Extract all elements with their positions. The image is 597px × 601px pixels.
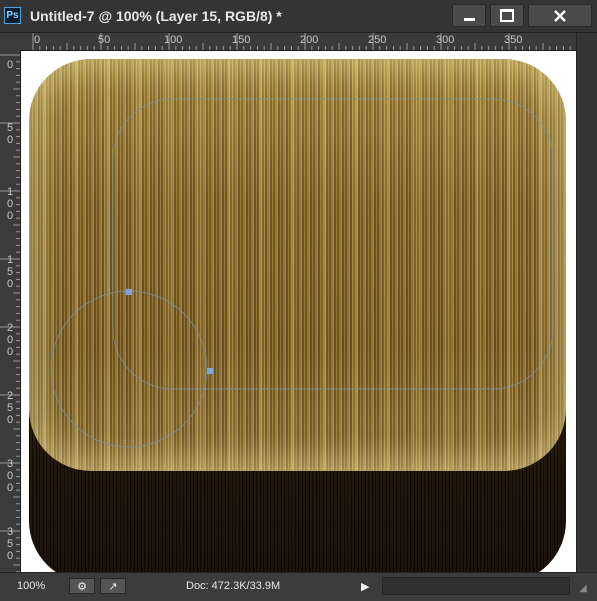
photoshop-logo-icon: Ps — [4, 7, 21, 24]
ruler-v-label: 150 — [6, 254, 14, 290]
ruler-h-label: 250 — [368, 34, 387, 46]
wood-icon-top-layer — [29, 59, 566, 471]
document-size-info: Doc: 472.3K/33.9M — [186, 580, 281, 592]
close-icon — [554, 9, 566, 22]
maximize-icon — [500, 9, 514, 22]
document-title: Untitled-7 @ 100% (Layer 15, RGB/8) * — [30, 8, 282, 24]
close-button[interactable] — [528, 4, 592, 27]
status-menu-arrow-icon[interactable]: ▶ — [361, 580, 369, 593]
ruler-h-label: 100 — [164, 34, 183, 46]
vertical-scrollbar[interactable] — [576, 33, 597, 572]
zoom-level[interactable]: 100% — [17, 580, 45, 592]
ruler-h-label: 200 — [300, 34, 319, 46]
workgroup-icon: ⚙ — [77, 580, 87, 593]
ruler-h-label: 350 — [504, 34, 523, 46]
ruler-h-label: 50 — [98, 34, 111, 46]
document-canvas[interactable] — [21, 51, 576, 572]
ruler-h-label: 150 — [232, 34, 251, 46]
ruler-h-label: 300 — [436, 34, 455, 46]
status-bar: 100% ⚙ ↗ Doc: 472.3K/33.9M ▶ ◢ — [0, 572, 597, 601]
title-bar[interactable]: Ps Untitled-7 @ 100% (Layer 15, RGB/8) * — [0, 0, 597, 33]
ruler-v-label: 250 — [6, 390, 14, 426]
minimize-button[interactable] — [452, 4, 486, 27]
ruler-v-label: 50 — [6, 122, 14, 146]
ruler-h-label: 0 — [34, 34, 41, 46]
resize-grip-icon[interactable]: ◢ — [579, 583, 593, 597]
photoshop-document-window: Ps Untitled-7 @ 100% (Layer 15, RGB/8) *… — [0, 0, 597, 601]
horizontal-scrollbar[interactable] — [382, 577, 570, 595]
ruler-origin[interactable] — [0, 33, 21, 51]
maximize-button[interactable] — [490, 4, 524, 27]
horizontal-ruler[interactable]: 0 50 100 150 200 250 300 350 — [20, 33, 576, 51]
ruler-v-label: 100 — [6, 186, 14, 222]
minimize-icon — [463, 18, 475, 21]
share-button[interactable]: ↗ — [100, 578, 126, 594]
vertical-ruler[interactable]: 0 50 100 150 200 250 300 350 — [0, 50, 21, 572]
ruler-v-label: 350 — [6, 526, 14, 562]
ruler-v-label: 200 — [6, 322, 14, 358]
canvas-area: 0 50 100 150 200 250 300 350 0 50 100 15… — [0, 33, 597, 572]
ruler-v-label: 0 — [6, 59, 14, 71]
ruler-v-label: 300 — [6, 458, 14, 494]
workgroup-button[interactable]: ⚙ — [69, 578, 95, 594]
share-icon: ↗ — [108, 580, 118, 593]
